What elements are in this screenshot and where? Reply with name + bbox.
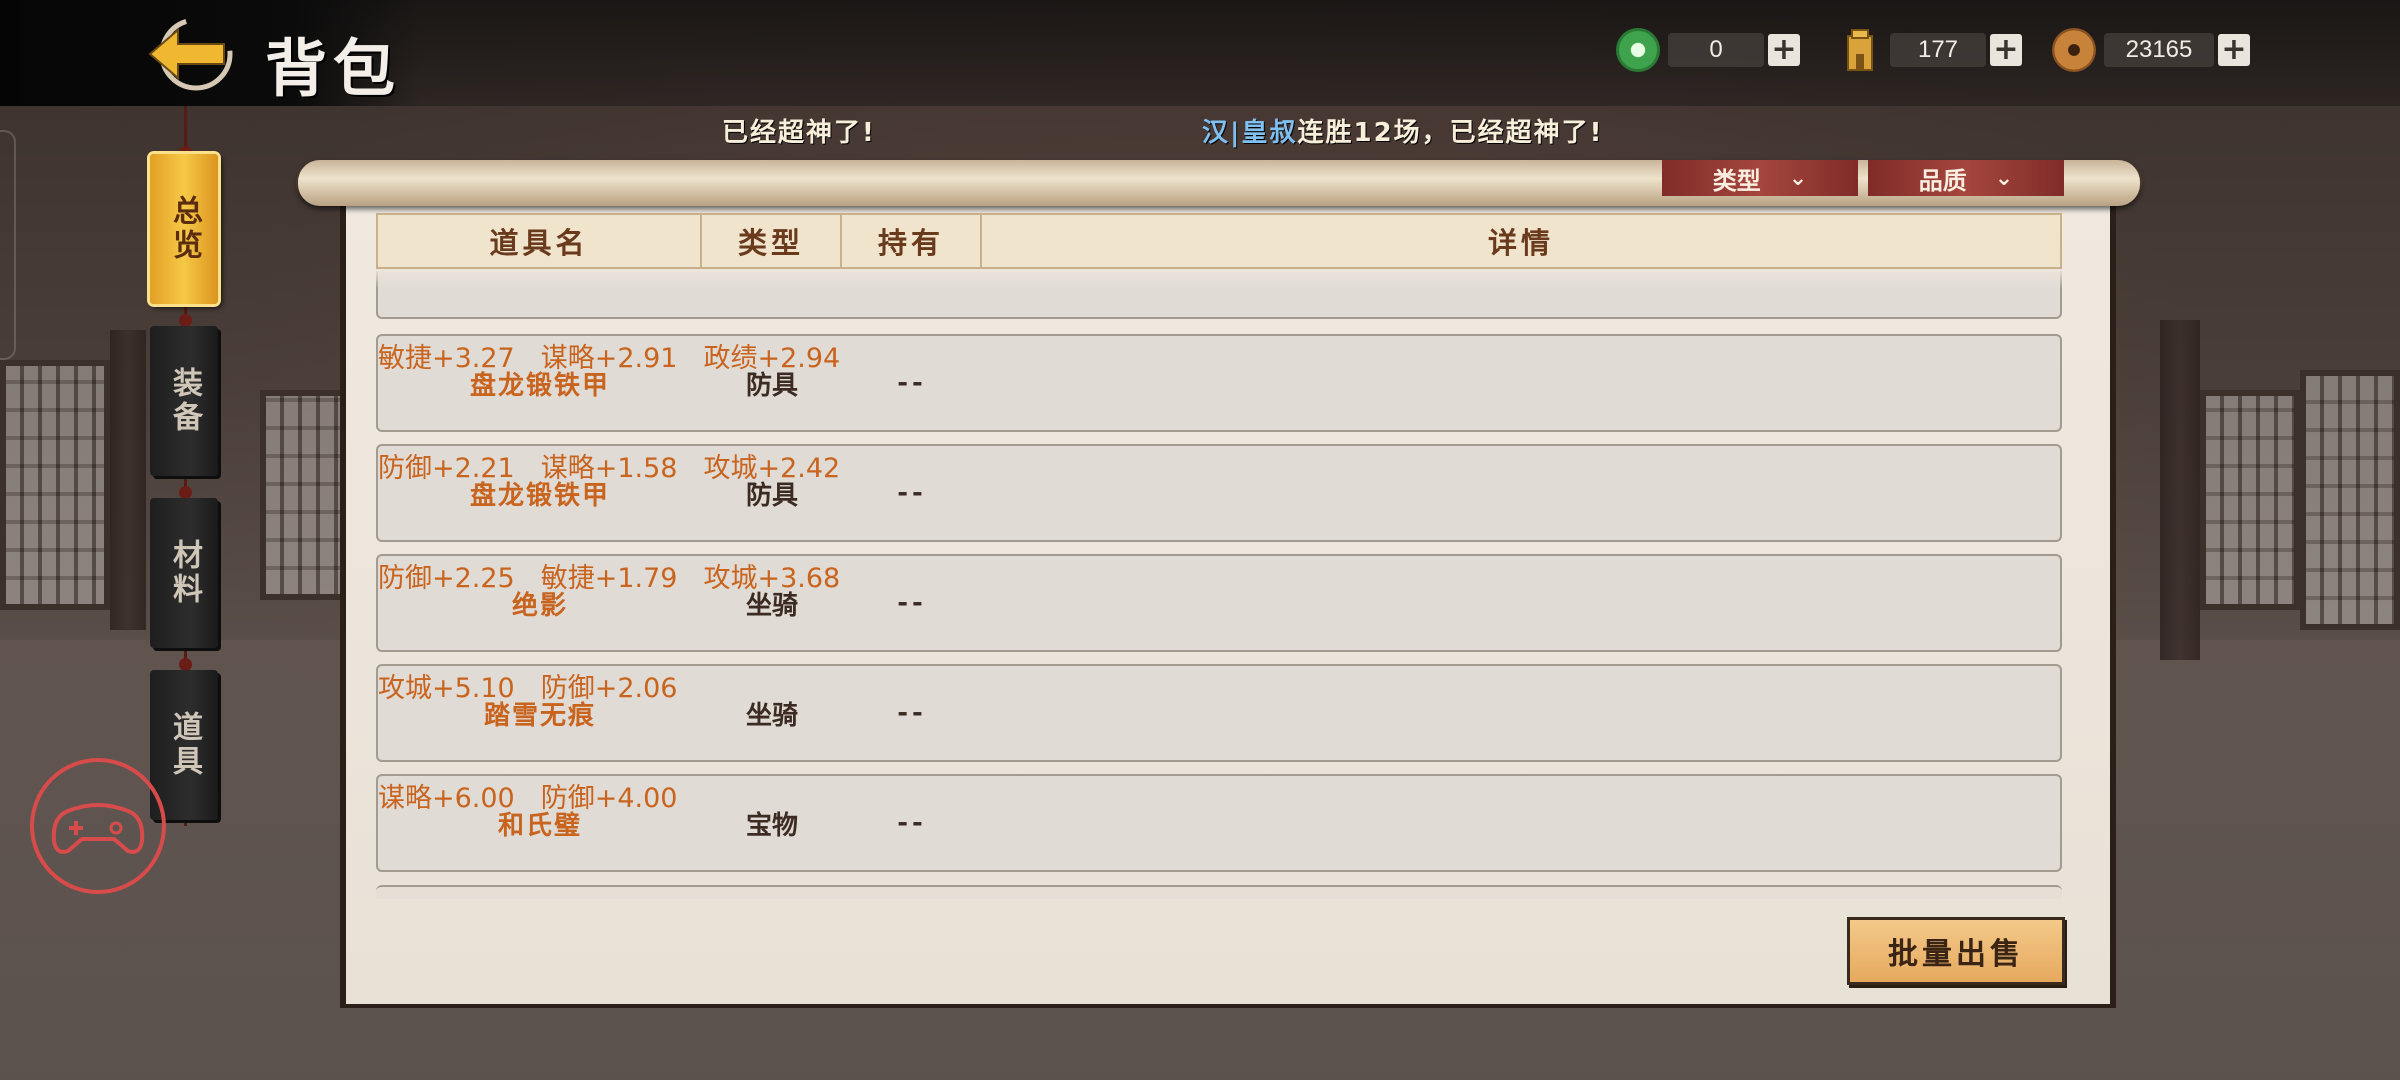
table-row[interactable]: 盘龙锻铁甲 防具 -- 敏捷+3.27 谋略+2.91 政绩+2.94 [376, 334, 2062, 432]
table-row[interactable]: 和氏璧 宝物 -- 谋略+6.00 防御+4.00 [376, 774, 2062, 872]
list-fade [376, 269, 2062, 289]
broadcast-player-name: 汉|皇叔 [1202, 118, 1298, 148]
currency-value: 177 [1890, 33, 1986, 67]
background-window [0, 360, 110, 610]
currency-token: 177 + [1838, 24, 2022, 76]
gamepad-icon [51, 803, 145, 854]
column-header-name: 道具名 [378, 215, 702, 267]
item-name: 盘龙锻铁甲 [469, 480, 610, 511]
item-type: 坐骑 [745, 590, 798, 621]
quality-filter-label: 品质 [1918, 166, 1967, 195]
currency-copper: 23165 + [2052, 24, 2250, 76]
table-row[interactable]: 踏雪无痕 坐骑 -- 攻城+5.10 防御+2.06 [376, 664, 2062, 762]
add-token-button[interactable]: + [1990, 34, 2022, 66]
item-type: 防具 [745, 480, 798, 511]
chevron-down-icon: ⌄ [1788, 165, 1808, 191]
table-row[interactable]: 盘龙锻铁甲 防具 -- 防御+2.21 谋略+1.58 攻城+2.42 [376, 444, 2062, 542]
tower-token-icon [1838, 28, 1882, 72]
back-arrow-icon [148, 17, 233, 91]
background-pillar [2160, 320, 2200, 660]
copper-coin-icon [2052, 28, 2096, 72]
gamepad-float-button[interactable] [30, 758, 166, 894]
item-owned: -- [897, 588, 927, 618]
item-owned: -- [897, 478, 927, 508]
table-row[interactable]: 绝影 坐骑 -- 防御+2.25 敏捷+1.79 攻城+3.68 [376, 554, 2062, 652]
currency-jade: 0 + [1616, 24, 1800, 76]
background-window [2200, 390, 2300, 610]
broadcast-left: 已经超神了! [722, 118, 876, 148]
currency-value: 23165 [2104, 33, 2214, 67]
batch-sell-button[interactable]: 批量出售 [1847, 917, 2065, 985]
type-filter-dropdown[interactable]: 类型 ⌄ [1662, 160, 1858, 196]
item-type: 防具 [745, 370, 798, 401]
tab-equipment[interactable]: 装备 [150, 326, 218, 476]
background-window [260, 390, 350, 600]
column-header-details: 详情 [1487, 226, 1554, 260]
item-owned: -- [897, 808, 927, 838]
item-name: 踏雪无痕 [483, 700, 596, 731]
column-header-type: 类型 [702, 215, 842, 267]
table-header: 道具名 类型 持有 详情 [376, 213, 2062, 269]
background-pillar [110, 330, 146, 630]
chevron-down-icon: ⌄ [1994, 165, 2014, 191]
quality-filter-dropdown[interactable]: 品质 ⌄ [1868, 160, 2064, 196]
tab-overview[interactable]: 总览 [150, 154, 218, 304]
table-row-partial [376, 885, 2062, 899]
broadcast-right: 汉|皇叔连胜12场，已经超神了! [1202, 112, 1604, 156]
add-jade-button[interactable]: + [1768, 34, 1800, 66]
item-owned: -- [897, 698, 927, 728]
background-window [2300, 370, 2400, 630]
jade-coin-icon [1616, 28, 1660, 72]
item-name: 绝影 [511, 590, 568, 621]
item-name: 和氏璧 [497, 810, 582, 841]
scroll-rod [298, 160, 2140, 206]
side-panel-edge [0, 130, 16, 360]
item-owned: -- [897, 368, 927, 398]
back-button[interactable] [140, 14, 240, 94]
currency-value: 0 [1668, 33, 1764, 67]
item-list[interactable]: 盘龙锻铁甲 防具 -- 敏捷+3.27 谋略+2.91 政绩+2.94 盘龙锻铁甲 … [376, 271, 2062, 895]
add-copper-button[interactable]: + [2218, 34, 2250, 66]
item-type: 坐骑 [745, 700, 798, 731]
page-title: 背包 [265, 32, 402, 105]
item-name: 盘龙锻铁甲 [469, 370, 610, 401]
broadcast-message: 连胜12场，已经超神了! [1297, 118, 1604, 148]
type-filter-label: 类型 [1712, 166, 1761, 195]
tab-materials[interactable]: 材料 [150, 498, 218, 648]
item-type: 宝物 [745, 810, 798, 841]
column-header-owned: 持有 [842, 215, 982, 267]
